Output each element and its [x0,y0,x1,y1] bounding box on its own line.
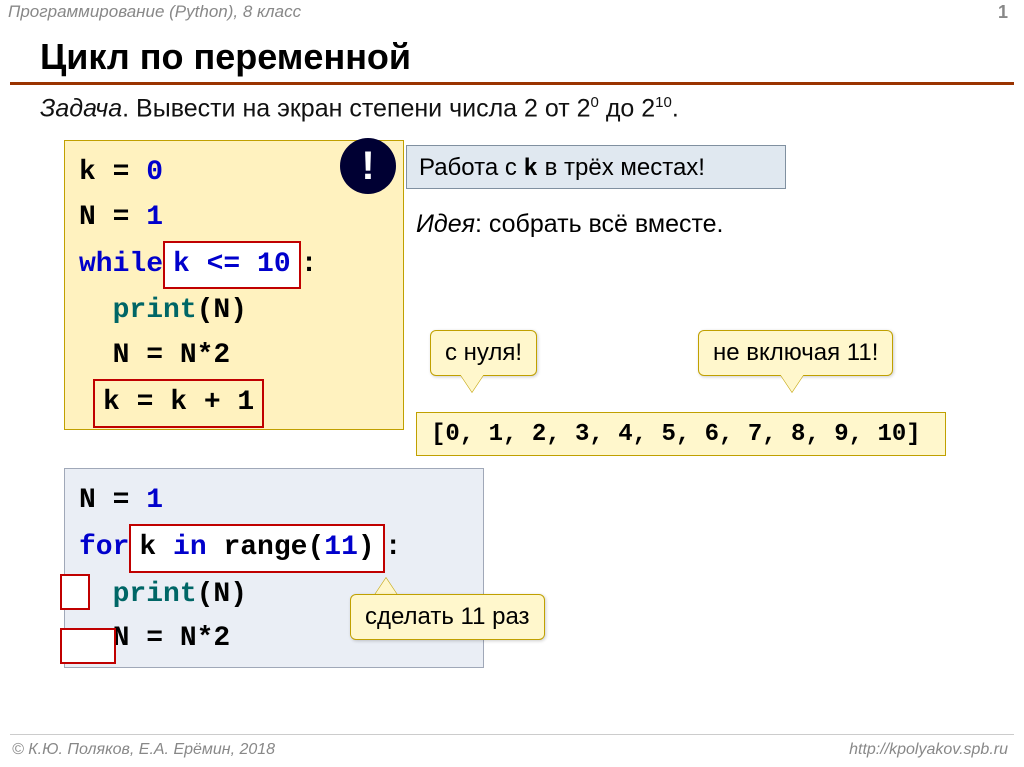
while-condition-box: k <= 10 [163,241,301,290]
callout-11-times: сделать 11 раз [350,594,545,640]
footer-rule [10,734,1014,735]
note-k: k [524,156,538,183]
idea-text: Идея: собрать всё вместе. [416,210,724,239]
code1-l5: N = N*2 [79,334,389,379]
attention-note: Работа с k в трёх местах! [406,145,786,189]
callout-excl-11: не включая 11! [698,330,893,376]
page-title: Цикл по переменной [40,36,411,78]
exp-0: 0 [591,94,599,111]
page-number: 1 [998,2,1008,23]
increment-box: k = k + 1 [93,379,264,428]
callout-tail-1 [460,374,484,392]
footer-copyright: © К.Ю. Поляков, Е.А. Ерёмин, 2018 [12,741,275,759]
note-b: в трёх местах! [538,154,705,181]
callout-from-zero: с нуля! [430,330,537,376]
idea-label: Идея [416,210,475,238]
code1-l6: k = k + 1 [79,379,389,428]
code2-l1: N = 1 [79,479,469,524]
exp-10: 10 [655,94,672,111]
code1-l3: while k <= 10 : [79,241,389,290]
indent-box-2 [60,628,116,664]
range-values: [0, 1, 2, 3, 4, 5, 6, 7, 8, 9, 10] [416,412,946,456]
idea-body: : собрать всё вместе. [475,210,724,238]
task-text: Задача. Вывести на экран степени числа 2… [40,94,679,123]
task-body-a: . Вывести на экран степени числа 2 от 2 [122,94,590,122]
task-label: Задача [40,94,122,122]
indent-box-1 [60,574,90,610]
code1-l4: print(N) [79,289,389,334]
callout-tail-2 [780,374,804,392]
title-rule [10,82,1014,85]
task-body-b: до 2 [599,94,655,122]
task-body-c: . [672,94,679,122]
attention-icon: ! [340,138,396,194]
for-header-box: k in range(11) [129,524,384,573]
code2-l2: for k in range(11): [79,524,469,573]
note-a: Работа с [419,154,524,181]
footer-url: http://kpolyakov.spb.ru [849,741,1008,759]
code1-l2: N = 1 [79,196,389,241]
course-header: Программирование (Python), 8 класс [8,2,301,22]
